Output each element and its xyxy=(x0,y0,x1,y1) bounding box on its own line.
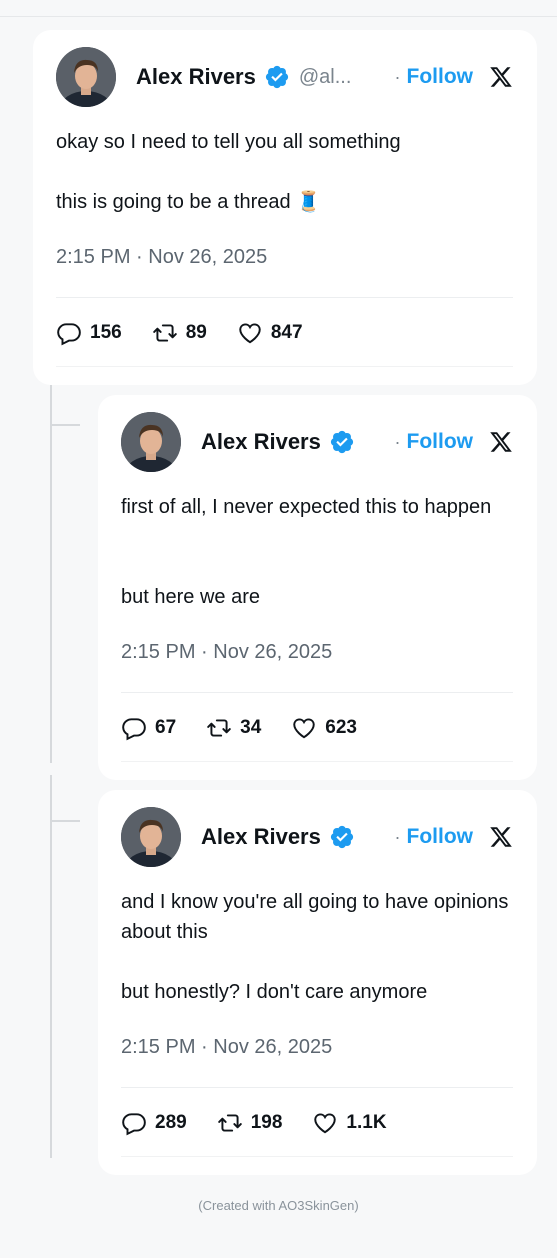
retweet-button[interactable]: 89 xyxy=(152,320,207,346)
tweet-card-reply[interactable]: Alex Rivers · Follow first of all, I nev… xyxy=(98,395,537,780)
separator-dot: · xyxy=(394,431,401,452)
verified-badge-icon xyxy=(330,430,353,454)
thread-line xyxy=(50,775,52,1158)
retweet-count: 198 xyxy=(250,1112,283,1133)
retweet-count: 89 xyxy=(185,322,207,343)
divider xyxy=(121,761,513,762)
tweet-timestamp[interactable]: 2:15 PM · Nov 26, 2025 xyxy=(121,641,332,664)
reply-icon xyxy=(122,718,146,741)
tweet-text-line: but here we are xyxy=(121,586,260,608)
thread-tick xyxy=(50,820,80,822)
tweet-timestamp[interactable]: 2:15 PM · Nov 26, 2025 xyxy=(121,1036,332,1059)
separator-dot: · xyxy=(394,66,401,87)
heart-icon xyxy=(314,1113,337,1134)
retweet-button[interactable]: 34 xyxy=(206,715,261,741)
separator-dot: · xyxy=(394,826,401,847)
author-name[interactable]: Alex Rivers xyxy=(201,429,321,455)
retweet-count: 34 xyxy=(240,717,262,738)
follow-button[interactable]: Follow xyxy=(407,825,474,849)
like-count: 847 xyxy=(270,322,303,343)
divider xyxy=(56,366,513,367)
like-button[interactable]: 847 xyxy=(237,320,303,346)
tweet-card-main[interactable]: Alex Rivers @al... · Follow okay so I ne… xyxy=(33,30,537,385)
tweet-text-line: okay so I need to tell you all something xyxy=(56,131,401,153)
tweet-card-reply[interactable]: Alex Rivers · Follow and I know you're a… xyxy=(98,790,537,1175)
avatar[interactable] xyxy=(121,412,181,472)
divider xyxy=(121,1156,513,1157)
retweet-icon xyxy=(217,1114,242,1132)
like-button[interactable]: 1.1K xyxy=(312,1110,387,1136)
tweet-header: Alex Rivers · Follow xyxy=(121,807,513,867)
tweet-header: Alex Rivers · Follow xyxy=(121,412,513,472)
follow-button[interactable]: Follow xyxy=(407,65,474,89)
avatar[interactable] xyxy=(56,47,116,107)
author-handle[interactable]: @al... xyxy=(299,66,352,89)
retweet-button[interactable]: 198 xyxy=(217,1110,283,1136)
heart-icon xyxy=(239,323,261,344)
tweet-actions: 289 198 1.1K xyxy=(121,1108,417,1138)
x-logo-icon[interactable] xyxy=(489,65,513,89)
x-logo-icon[interactable] xyxy=(489,825,513,849)
like-count: 623 xyxy=(325,717,357,738)
top-divider xyxy=(0,16,557,17)
divider xyxy=(56,297,513,298)
avatar[interactable] xyxy=(121,807,181,867)
thread-tick xyxy=(50,424,80,426)
tweet-header: Alex Rivers @al... · Follow xyxy=(56,47,513,107)
tweet-text-line: and I know you're all going to have opin… xyxy=(121,891,509,943)
reply-count: 289 xyxy=(155,1112,187,1133)
reply-count: 67 xyxy=(155,717,177,738)
follow-button[interactable]: Follow xyxy=(407,430,474,454)
reply-icon xyxy=(57,323,81,346)
tweet-actions: 67 34 623 xyxy=(121,713,387,743)
reply-button[interactable]: 289 xyxy=(121,1110,187,1136)
tweet-text-line: first of all, I never expected this to h… xyxy=(121,496,492,518)
heart-icon xyxy=(293,718,316,739)
tweet-actions: 156 89 847 xyxy=(56,318,333,348)
verified-badge-icon xyxy=(330,825,353,849)
author-name[interactable]: Alex Rivers xyxy=(201,824,321,850)
reply-count: 156 xyxy=(90,322,122,343)
retweet-icon xyxy=(152,324,177,342)
like-count: 1.1K xyxy=(346,1112,387,1133)
tweet-timestamp[interactable]: 2:15 PM · Nov 26, 2025 xyxy=(56,246,267,269)
tweet-text-line: but honestly? I don't care anymore xyxy=(121,981,428,1003)
divider xyxy=(121,1087,513,1088)
x-logo-icon[interactable] xyxy=(489,430,513,454)
footer-credit: (Created with AO3SkinGen) xyxy=(198,1198,359,1213)
author-name[interactable]: Alex Rivers xyxy=(136,64,256,90)
thread-line xyxy=(50,385,52,763)
reply-icon xyxy=(122,1113,146,1136)
tweet-text-line: this is going to be a thread 🧵 xyxy=(56,191,322,213)
reply-button[interactable]: 156 xyxy=(56,320,122,346)
reply-button[interactable]: 67 xyxy=(121,715,176,741)
divider xyxy=(121,692,513,693)
verified-badge-icon xyxy=(265,65,288,89)
retweet-icon xyxy=(207,719,231,737)
like-button[interactable]: 623 xyxy=(291,715,357,741)
